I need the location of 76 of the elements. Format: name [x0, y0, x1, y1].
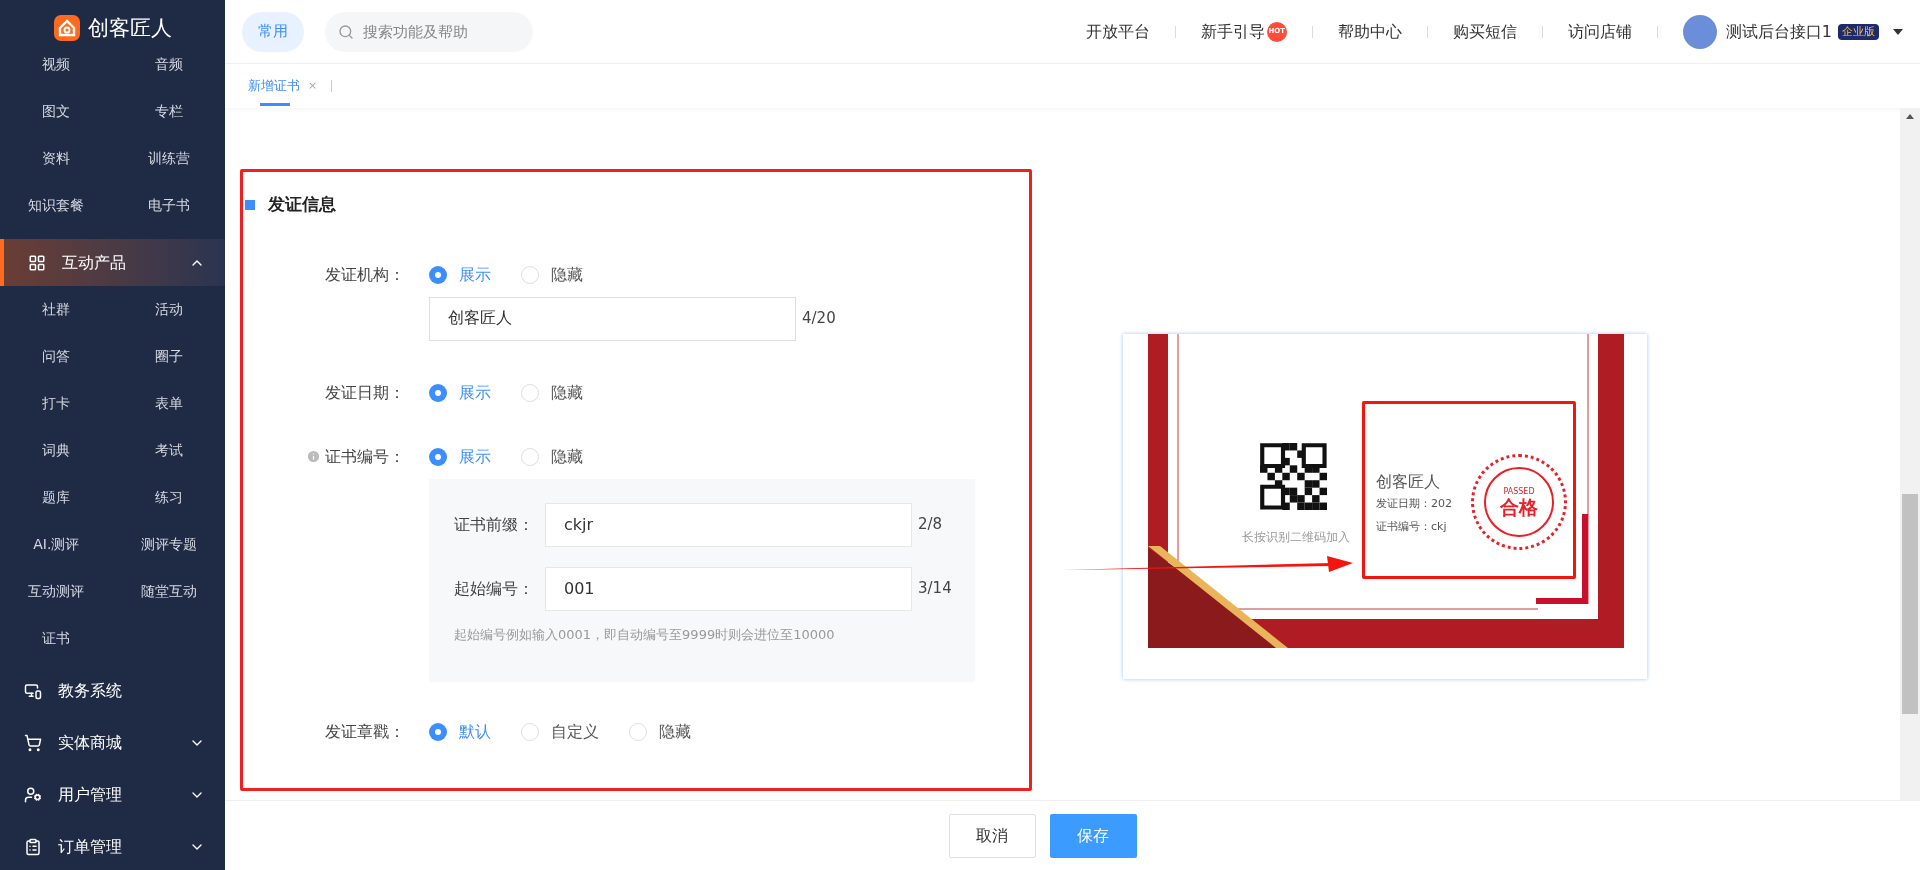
nav-link[interactable]: 开放平台 [1085, 19, 1150, 44]
user-icon [24, 785, 42, 804]
sidebar-item[interactable]: 圈子 [154, 346, 183, 367]
sidebar-item[interactable]: 训练营 [147, 148, 190, 169]
search-icon [338, 23, 354, 40]
field-label: 证书前缀： [454, 513, 535, 536]
sidebar-item[interactable]: 音频 [154, 54, 183, 75]
sidebar-item[interactable]: 随堂互动 [140, 581, 197, 602]
nav-link[interactable]: 购买短信 [1452, 19, 1517, 44]
logo-icon [53, 15, 80, 41]
sidebar-item[interactable]: 表单 [154, 393, 183, 414]
qr-code-icon [1260, 443, 1327, 510]
qr-caption: 长按识别二维码加入 [1241, 529, 1351, 546]
cancel-button[interactable]: 取消 [948, 813, 1036, 858]
sidebar-item[interactable]: 考试 [154, 440, 183, 461]
radio-option[interactable]: 隐藏 [629, 720, 691, 744]
nav-link[interactable]: 新手引导 [1200, 19, 1265, 44]
sidebar-item[interactable]: 资料 [42, 148, 71, 169]
avatar[interactable] [1682, 14, 1717, 49]
radio-option[interactable]: 隐藏 [521, 380, 583, 405]
user-name[interactable]: 测试后台接口1 [1725, 19, 1832, 44]
field-label: 发证机构： [325, 263, 405, 286]
sidebar-menu[interactable]: 订单管理 [0, 823, 225, 870]
certificate-org: 创客匠人 [1376, 471, 1441, 493]
search-field[interactable]: 搜索功能及帮助 [325, 11, 533, 52]
field-label: 发证章戳： [325, 721, 405, 743]
char-count: 3/14 [918, 578, 952, 600]
radio-option[interactable]: 隐藏 [521, 444, 583, 469]
section-title: 发证信息 [268, 193, 336, 216]
sidebar-menu[interactable]: 实体商城 [0, 719, 225, 766]
sidebar-item[interactable]: 练习 [154, 487, 183, 508]
sidebar-item[interactable]: 测评专题 [140, 534, 197, 555]
scrollbar-thumb[interactable] [1902, 494, 1918, 714]
field-label: 发证日期： [325, 381, 405, 404]
char-count: 2/8 [918, 514, 943, 536]
sidebar-item[interactable]: AI.测评 [33, 534, 80, 555]
grid-icon [28, 253, 46, 272]
passed-stamp: PASSED 合格 [1471, 454, 1567, 550]
logo-text: 创客匠人 [87, 15, 172, 41]
sidebar-menu[interactable]: 教务系统 [0, 667, 225, 714]
sidebar-menu[interactable]: 互动产品 [0, 239, 225, 286]
sidebar-item[interactable]: 图文 [42, 101, 71, 122]
nav-link[interactable]: 帮助中心 [1337, 19, 1402, 44]
sidebar-item[interactable]: 打卡 [42, 393, 71, 414]
sidebar-item[interactable]: 电子书 [147, 195, 190, 216]
sidebar-item[interactable]: 问答 [42, 346, 71, 367]
certificate-number: 证书编号：ckj [1376, 518, 1448, 535]
sidebar-menu[interactable]: 用户管理 [0, 771, 225, 818]
monitor-icon [24, 681, 42, 700]
sidebar-item[interactable]: 视频 [42, 54, 71, 75]
radio-option[interactable]: 自定义 [521, 720, 599, 744]
hint-text: 起始编号例如输入0001，即自动编号至9999时则会进位至10000 [454, 625, 836, 644]
input-field[interactable]: 001 [545, 566, 912, 611]
field-label: 证书编号： [325, 445, 405, 468]
section-marker [245, 199, 255, 210]
clipboard-icon [24, 837, 42, 856]
certificate-date: 发证日期：202 [1376, 496, 1452, 512]
edition-badge: 企业版 [1838, 23, 1879, 40]
field-label: 起始编号： [454, 577, 535, 600]
sidebar-item[interactable]: 词典 [42, 440, 71, 461]
sidebar-item[interactable]: 专栏 [154, 101, 183, 122]
input-field[interactable]: 创客匠人 [429, 296, 796, 341]
scrollbar[interactable] [1900, 108, 1920, 800]
input-field[interactable]: ckjr [545, 502, 912, 547]
sidebar-item[interactable]: 题库 [42, 487, 71, 508]
nav-link[interactable]: 访问店铺 [1567, 19, 1632, 44]
dropdown-caret-icon[interactable] [1893, 28, 1903, 35]
cart-icon [24, 733, 42, 752]
sidebar-item[interactable]: 活动 [154, 299, 183, 320]
sidebar-item[interactable]: 互动测评 [28, 581, 85, 602]
radio-option[interactable]: 隐藏 [521, 262, 583, 287]
sidebar-item[interactable]: 知识套餐 [28, 195, 85, 216]
sidebar-item[interactable]: 证书 [42, 628, 71, 649]
info-icon[interactable] [306, 449, 321, 464]
char-count: 4/20 [802, 308, 836, 330]
sidebar-item[interactable]: 社群 [42, 299, 71, 320]
